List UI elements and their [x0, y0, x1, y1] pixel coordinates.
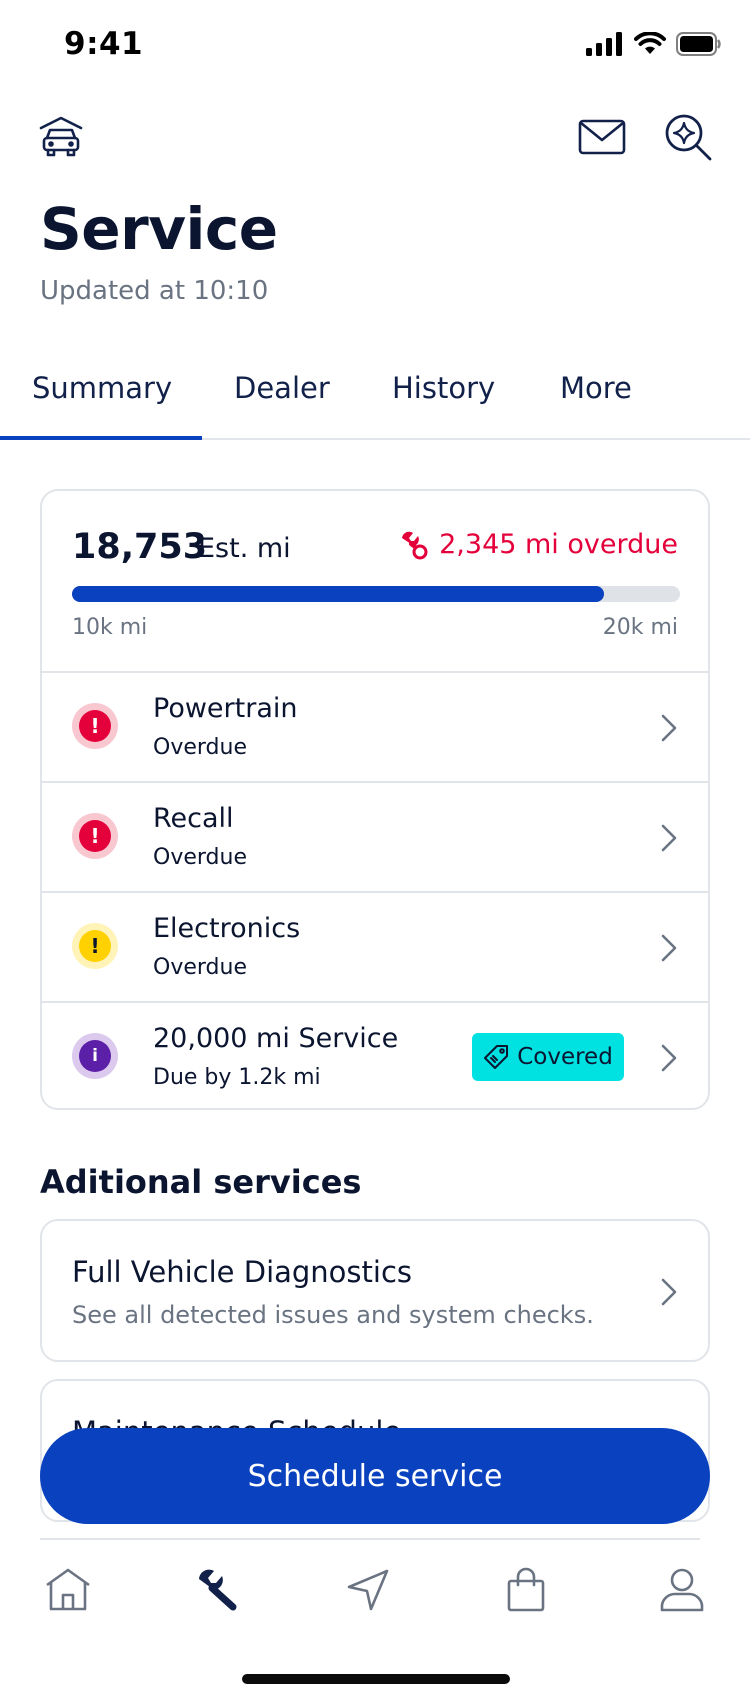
- profile-icon: [660, 1568, 704, 1612]
- garage-car-icon[interactable]: [36, 112, 86, 162]
- additional-services-heading: Aditional services: [40, 1163, 362, 1201]
- chevron-right-icon: [661, 1044, 677, 1072]
- shopping-bag-icon: [507, 1567, 545, 1612]
- page-title: Service: [40, 195, 278, 263]
- mileage-unit: Est. mi: [198, 533, 291, 564]
- nav-divider: [40, 1538, 700, 1540]
- tab-dealer[interactable]: Dealer: [234, 371, 330, 440]
- nav-profile[interactable]: [654, 1562, 710, 1618]
- service-item-status: Overdue: [153, 735, 247, 760]
- service-item-title: Electronics: [153, 913, 301, 944]
- tab-summary[interactable]: Summary: [32, 371, 172, 440]
- battery-icon: [676, 32, 721, 56]
- alert-icon: !: [72, 703, 118, 749]
- overdue-indicator: 2,345 mi overdue: [399, 529, 678, 560]
- range-max-label: 20k mi: [602, 615, 678, 640]
- service-item-status: Due by 1.2k mi: [153, 1065, 321, 1090]
- chevron-right-icon: [661, 714, 677, 742]
- wrench-icon: [199, 1569, 237, 1611]
- ai-search-icon[interactable]: [662, 110, 714, 164]
- info-icon: i: [72, 1033, 118, 1079]
- home-indicator: [242, 1674, 510, 1684]
- card-subtitle: See all detected issues and system check…: [72, 1301, 594, 1329]
- updated-timestamp: Updated at 10:10: [40, 276, 269, 306]
- mileage-progress-fill: [72, 586, 604, 602]
- wrench-alert-icon: [402, 531, 428, 559]
- service-item-status: Overdue: [153, 845, 247, 870]
- tab-more[interactable]: More: [560, 371, 632, 440]
- mail-icon[interactable]: [576, 114, 628, 160]
- service-item-electronics[interactable]: ! Electronics Overdue: [42, 893, 708, 1003]
- service-summary-card: 18,753 Est. mi 2,345 mi overdue 10k mi 2…: [40, 489, 710, 1110]
- tag-icon: [484, 1045, 509, 1069]
- active-tab-indicator: [0, 436, 202, 440]
- range-min-label: 10k mi: [72, 615, 148, 640]
- status-time: 9:41: [64, 26, 144, 62]
- nav-shop[interactable]: [498, 1562, 554, 1618]
- warning-icon: !: [72, 923, 118, 969]
- mileage-section: 18,753 Est. mi 2,345 mi overdue 10k mi 2…: [42, 491, 708, 673]
- nav-navigation[interactable]: [340, 1562, 396, 1618]
- covered-badge: Covered: [472, 1033, 624, 1081]
- card-title: Full Vehicle Diagnostics: [72, 1255, 413, 1289]
- status-bar: 9:41: [0, 0, 750, 92]
- tab-history[interactable]: History: [392, 371, 495, 440]
- nav-home[interactable]: [40, 1562, 96, 1618]
- service-item-20000-mi[interactable]: i 20,000 mi Service Due by 1.2k mi Cover…: [42, 1003, 708, 1108]
- service-item-powertrain[interactable]: ! Powertrain Overdue: [42, 673, 708, 783]
- service-item-title: 20,000 mi Service: [153, 1023, 399, 1054]
- status-icons: [586, 32, 722, 56]
- chevron-right-icon: [661, 934, 677, 962]
- service-item-title: Powertrain: [153, 693, 298, 724]
- overdue-text: 2,345 mi overdue: [439, 529, 678, 560]
- service-item-title: Recall: [153, 803, 234, 834]
- mileage-progress-bar: [72, 586, 680, 602]
- service-item-recall[interactable]: ! Recall Overdue: [42, 783, 708, 893]
- chevron-right-icon: [661, 1278, 677, 1306]
- schedule-service-button[interactable]: Schedule service: [40, 1428, 710, 1524]
- cellular-signal-icon: [586, 32, 622, 56]
- chevron-right-icon: [661, 824, 677, 852]
- service-item-status: Overdue: [153, 955, 247, 980]
- covered-label: Covered: [517, 1044, 613, 1070]
- home-icon: [46, 1568, 90, 1611]
- nav-service[interactable]: [190, 1562, 246, 1618]
- mileage-value: 18,753: [72, 527, 208, 567]
- tab-bar: Summary Dealer History More: [0, 355, 750, 440]
- navigation-arrow-icon: [347, 1569, 389, 1611]
- wifi-icon: [634, 32, 666, 54]
- full-vehicle-diagnostics-card[interactable]: Full Vehicle Diagnostics See all detecte…: [40, 1219, 710, 1362]
- alert-icon: !: [72, 813, 118, 859]
